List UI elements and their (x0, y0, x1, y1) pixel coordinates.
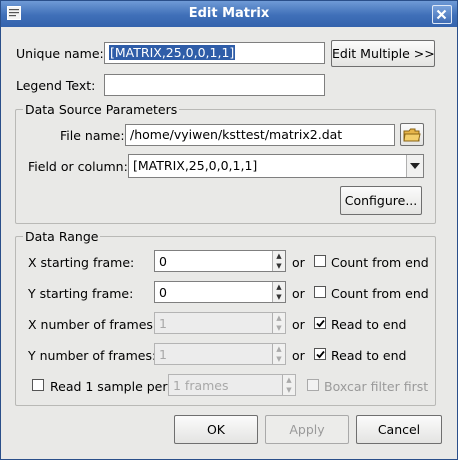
apply-button[interactable]: Apply (265, 415, 349, 444)
y-starting-frame-arrows[interactable]: ▲ ▼ (272, 282, 285, 302)
field-or-column-value: [MATRIX,25,0,0,1,1] (133, 158, 258, 173)
close-button[interactable] (432, 5, 452, 24)
title-bar[interactable]: Edit Matrix (1, 1, 457, 27)
or-label: or (292, 348, 305, 363)
x-number-of-frames-spinbox: 1 ▲ ▼ (154, 312, 286, 334)
x-number-of-frames-label: X number of frames: (28, 317, 158, 332)
unique-name-value: [MATRIX,25,0,0,1,1] (109, 45, 236, 60)
y-number-of-frames-spinbox: 1 ▲ ▼ (154, 343, 286, 365)
configure-button[interactable]: Configure... (340, 186, 422, 215)
x-starting-frame-spinbox[interactable]: 0 ▲ ▼ (154, 250, 286, 272)
read-to-end-x-checkbox[interactable] (314, 317, 326, 329)
count-from-end-y-label: Count from end (331, 286, 429, 301)
count-from-end-x-label: Count from end (331, 255, 429, 270)
edit-matrix-dialog: Edit Matrix Unique name: [MATRIX,25,0,0,… (0, 0, 458, 460)
frames-per-sample-value: 1 frames (173, 378, 229, 393)
apply-label: Apply (289, 422, 325, 437)
read-sample-label: Read 1 sample per (50, 379, 168, 394)
frames-per-sample-spinbox: 1 frames ▲ ▼ (168, 374, 296, 396)
edit-multiple-label: Edit Multiple >> (332, 46, 435, 61)
spin-down-icon: ▼ (286, 386, 292, 394)
or-label: or (292, 255, 305, 270)
spin-down-icon: ▼ (276, 324, 282, 332)
unique-name-label: Unique name: (16, 46, 104, 61)
x-starting-frame-arrows[interactable]: ▲ ▼ (272, 251, 285, 271)
spin-up-icon: ▲ (286, 376, 292, 384)
folder-icon (403, 128, 421, 142)
ok-button[interactable]: OK (174, 415, 258, 444)
window-title: Edit Matrix (188, 6, 270, 21)
data-range-title: Data Range (23, 229, 101, 244)
x-number-of-frames-arrows: ▲ ▼ (272, 313, 285, 333)
file-name-label: File name: (60, 128, 125, 143)
checkmark-icon (316, 350, 325, 359)
y-number-of-frames-value: 1 (159, 347, 167, 362)
y-number-of-frames-label: Y number of frames: (28, 348, 157, 363)
unique-name-input[interactable]: [MATRIX,25,0,0,1,1] (104, 42, 325, 64)
chevron-down-icon (410, 163, 420, 169)
read-to-end-x-label: Read to end (331, 317, 407, 332)
boxcar-filter-label: Boxcar filter first (324, 379, 429, 394)
x-number-of-frames-value: 1 (159, 316, 167, 331)
spin-down-icon[interactable]: ▼ (273, 261, 285, 271)
cancel-button[interactable]: Cancel (356, 415, 442, 444)
data-source-title: Data Source Parameters (23, 102, 180, 117)
spin-up-icon: ▲ (276, 314, 282, 322)
file-name-input[interactable]: /home/vyiwen/ksttest/matrix2.dat (125, 124, 395, 146)
y-starting-frame-label: Y starting frame: (28, 286, 134, 301)
file-browse-button[interactable] (400, 123, 424, 146)
spin-up-icon[interactable]: ▲ (273, 251, 285, 261)
edit-multiple-button[interactable]: Edit Multiple >> (331, 40, 435, 67)
x-starting-frame-label: X starting frame: (28, 255, 135, 270)
frames-per-sample-arrows: ▲ ▼ (282, 375, 295, 395)
field-or-column-select[interactable]: [MATRIX,25,0,0,1,1] (128, 154, 424, 178)
legend-text-label: Legend Text: (16, 78, 96, 93)
or-label: or (292, 317, 305, 332)
x-starting-frame-value: 0 (159, 254, 167, 269)
close-icon (436, 9, 447, 20)
legend-text-input[interactable] (104, 74, 325, 96)
ok-label: OK (206, 422, 226, 437)
spin-up-icon[interactable]: ▲ (273, 282, 285, 292)
y-number-of-frames-arrows: ▲ ▼ (272, 344, 285, 364)
field-or-column-label: Field or column: (28, 159, 128, 174)
read-to-end-y-checkbox[interactable] (314, 348, 326, 360)
y-starting-frame-value: 0 (159, 285, 167, 300)
configure-label: Configure... (344, 193, 418, 208)
spin-down-icon[interactable]: ▼ (273, 292, 285, 302)
or-label: or (292, 286, 305, 301)
spin-up-icon: ▲ (276, 345, 282, 353)
y-starting-frame-spinbox[interactable]: 0 ▲ ▼ (154, 281, 286, 303)
read-sample-checkbox[interactable] (32, 379, 44, 391)
boxcar-filter-checkbox[interactable] (307, 379, 319, 391)
field-or-column-dropdown[interactable] (406, 155, 423, 177)
count-from-end-x-checkbox[interactable] (314, 255, 326, 267)
count-from-end-y-checkbox[interactable] (314, 286, 326, 298)
checkmark-icon (316, 319, 325, 328)
cancel-label: Cancel (377, 422, 421, 437)
read-to-end-y-label: Read to end (331, 348, 407, 363)
spin-down-icon: ▼ (276, 355, 282, 363)
